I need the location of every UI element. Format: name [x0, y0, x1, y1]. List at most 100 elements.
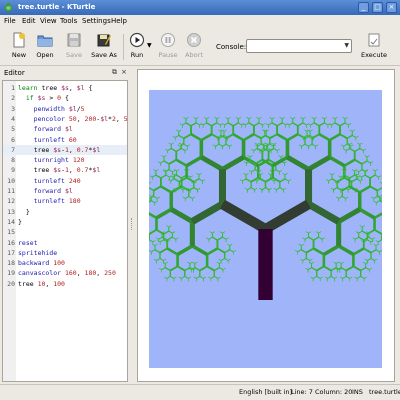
code-line[interactable]: 13 }: [3, 207, 127, 217]
code-line[interactable]: 7 tree $s-1, 0.7*$l: [3, 144, 127, 155]
code-token: $l: [92, 166, 101, 175]
minimize-button[interactable]: _: [358, 2, 369, 13]
code-line[interactable]: 19 canvascolor 160, 180, 250: [3, 268, 127, 278]
line-number: 20: [7, 279, 15, 288]
code-token: 50: [123, 114, 128, 123]
code-line[interactable]: 17 spritehide: [3, 248, 127, 258]
open-label: Open: [36, 51, 54, 59]
code-token: >: [45, 94, 58, 103]
abort-button[interactable]: Abort: [179, 32, 209, 64]
splitter-handle[interactable]: [131, 218, 134, 230]
code-token: reset: [18, 238, 38, 247]
line-number: 11: [7, 187, 15, 195]
code-token: {: [84, 84, 93, 92]
line-number: 19: [7, 269, 15, 278]
menu-edit[interactable]: Edit: [22, 17, 36, 25]
execute-button[interactable]: Execute: [358, 32, 390, 64]
code-token: turnleft: [33, 197, 65, 206]
close-panel-icon[interactable]: ×: [121, 68, 127, 76]
code-token: spritehide: [18, 248, 58, 257]
code-token: pencolor: [33, 114, 65, 123]
code-token: $l: [64, 187, 73, 195]
status-bar: English [built in] Line: 7 Column: 20 IN…: [0, 384, 400, 400]
toolbar: New Open Save Save As Run ▼ Pause Abort …: [0, 29, 400, 66]
line-number: 10: [7, 176, 15, 185]
code-line[interactable]: 15: [3, 227, 127, 237]
code-line[interactable]: 2 if $s > 0 {: [3, 93, 127, 103]
code-token: 60: [68, 135, 77, 144]
code-token: $l: [68, 104, 77, 113]
close-button[interactable]: ×: [386, 2, 397, 13]
console-input[interactable]: ▼: [246, 39, 352, 53]
code-text: learn tree $s, $l {: [18, 83, 92, 93]
code-token: 120: [72, 156, 85, 165]
code-line[interactable]: 20 tree 10, 100: [3, 279, 127, 289]
panel-splitter[interactable]: [130, 68, 135, 382]
code-token: 100: [53, 259, 65, 268]
run-dropdown-chevron-icon[interactable]: ▼: [147, 42, 152, 49]
code-token: 0.7: [76, 145, 89, 154]
abort-label: Abort: [185, 51, 203, 59]
code-token: {: [61, 94, 69, 103]
menu-view[interactable]: View: [40, 17, 57, 25]
code-token: ,: [68, 166, 77, 175]
code-token: 160: [64, 269, 77, 278]
status-language: English [built in]: [239, 388, 293, 396]
code-line[interactable]: 18 backward 100: [3, 258, 127, 268]
menu-file[interactable]: File: [4, 17, 16, 25]
menu-help[interactable]: Help: [111, 17, 127, 25]
line-number: 3: [11, 104, 15, 113]
code-token: 180: [68, 197, 81, 206]
line-number: 9: [11, 166, 15, 175]
code-line[interactable]: 16 reset: [3, 238, 127, 248]
code-token: learn: [18, 84, 38, 92]
save-button[interactable]: Save: [59, 32, 89, 64]
maximize-button[interactable]: □: [372, 2, 383, 13]
code-line[interactable]: 8 turnright 120: [3, 155, 127, 165]
code-line[interactable]: 4 pencolor 50, 200-$l*2, 50: [3, 114, 127, 124]
open-button[interactable]: Open: [30, 32, 60, 64]
line-number: 5: [11, 125, 15, 134]
code-token: $s: [61, 84, 69, 92]
status-position: Line: 7 Column: 20: [291, 388, 353, 396]
save-as-button[interactable]: Save As: [88, 32, 120, 64]
code-line[interactable]: 1 learn tree $s, $l {: [3, 83, 127, 93]
line-number: 7: [11, 145, 15, 154]
code-token: $l: [100, 114, 109, 123]
chevron-down-icon[interactable]: ▼: [344, 42, 349, 49]
menu-tools[interactable]: Tools: [60, 17, 77, 25]
code-line[interactable]: 5 forward $l: [3, 124, 127, 134]
code-line[interactable]: 11 forward $l: [3, 186, 127, 196]
code-text: penwidth $l/5: [18, 104, 85, 114]
code-line[interactable]: 3 penwidth $l/5: [3, 104, 127, 114]
float-panel-icon[interactable]: ⧉: [112, 68, 117, 77]
menu-settings[interactable]: Settings: [82, 17, 111, 25]
code-text: backward 100: [18, 258, 65, 268]
code-line[interactable]: 14}: [3, 217, 127, 227]
code-token: 180: [84, 269, 97, 278]
code-text: reset: [18, 238, 38, 248]
code-token: tree: [37, 84, 62, 92]
code-token: }: [18, 217, 22, 226]
code-token: 240: [68, 176, 81, 185]
turtle-canvas[interactable]: [149, 90, 382, 368]
code-line[interactable]: 10 turnleft 240: [3, 176, 127, 186]
code-text: }: [18, 207, 30, 217]
kturtle-app-icon[interactable]: [3, 2, 14, 13]
line-number: 14: [7, 217, 15, 226]
code-token: }: [18, 207, 30, 216]
code-token: $l: [64, 125, 73, 134]
code-line[interactable]: 9 tree $s-1, 0.7*$l: [3, 165, 127, 175]
code-line[interactable]: 12 turnleft 180: [3, 196, 127, 206]
code-text: turnleft 180: [18, 196, 81, 206]
save-label: Save: [66, 51, 82, 59]
code-editor[interactable]: 1 learn tree $s, $l {2 if $s > 0 {3 penwi…: [2, 80, 128, 382]
code-line[interactable]: 6 turnleft 60: [3, 135, 127, 145]
